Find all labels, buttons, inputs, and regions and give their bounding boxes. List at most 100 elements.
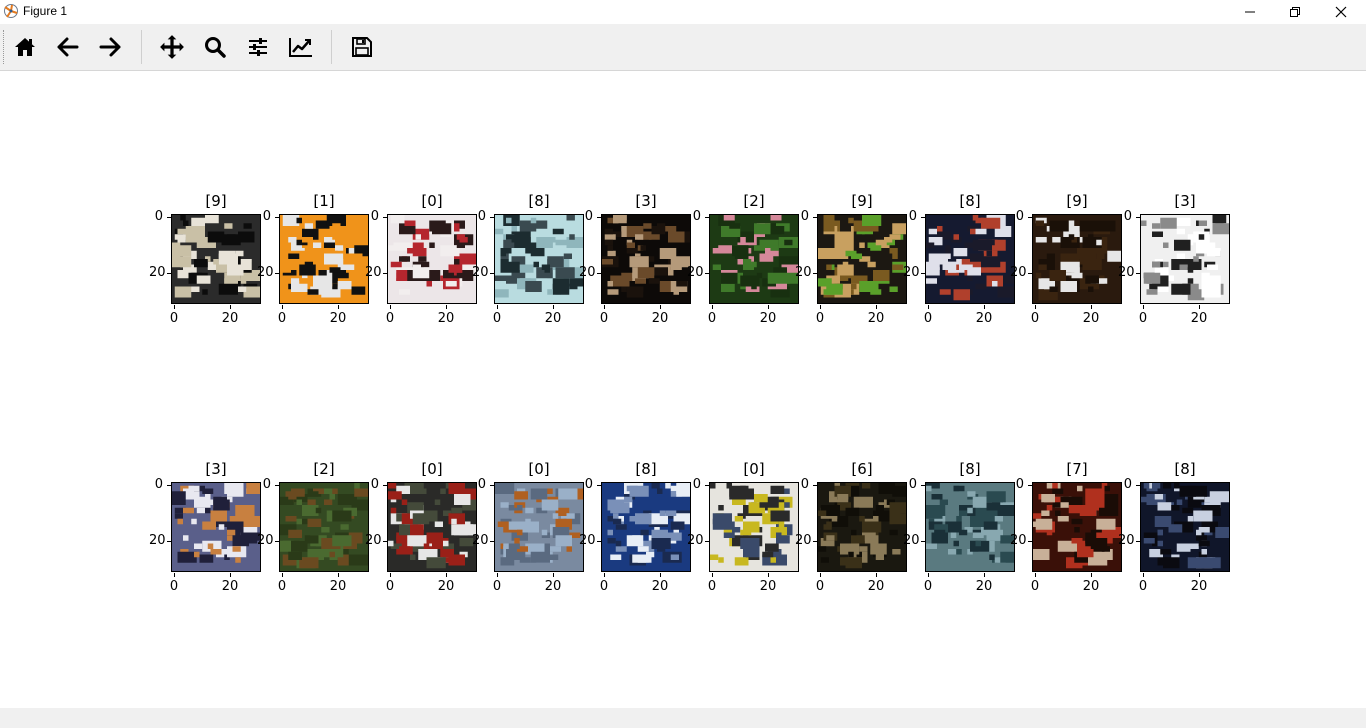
back-button[interactable] (53, 32, 83, 62)
y-tick-label: 0 (692, 209, 701, 224)
x-tick-label: 0 (169, 311, 179, 326)
subplot: [0] 0 20 0 20 (472, 460, 584, 594)
close-button[interactable] (1318, 0, 1364, 24)
y-tick-label: 0 (154, 209, 163, 224)
x-tick-mark (174, 305, 175, 309)
x-tick-label: 20 (975, 579, 993, 594)
image-thumbnail (495, 215, 583, 303)
x-tick-mark (1143, 305, 1144, 309)
x-tick-label: 20 (329, 311, 347, 326)
x-tick-label: 20 (975, 311, 993, 326)
x-tick-mark (1143, 573, 1144, 577)
x-tick-label: 20 (1190, 579, 1208, 594)
x-tick-label: 20 (1082, 311, 1100, 326)
x-tick-mark (604, 305, 605, 309)
figure-canvas[interactable]: [9] 0 20 0 20 [1] 0 20 0 20 [0] 0 20 0 20 [8] 0 20 0 20 [3] 0… (0, 71, 1366, 708)
y-tick-mark (597, 541, 601, 542)
minimize-icon (1245, 11, 1255, 13)
x-tick-label: 20 (221, 311, 239, 326)
forward-button[interactable] (95, 32, 125, 62)
image-axes (279, 482, 369, 572)
y-tick-mark (383, 485, 387, 486)
x-tick-mark (282, 573, 283, 577)
y-tick-mark (921, 273, 925, 274)
restore-button[interactable] (1272, 0, 1318, 24)
y-tick-mark (1028, 217, 1032, 218)
y-tick-label: 0 (477, 209, 486, 224)
y-tick-label: 20 (149, 533, 166, 548)
image-thumbnail (388, 215, 476, 303)
y-tick-label: 0 (584, 477, 593, 492)
image-axes (1032, 214, 1122, 304)
subplot-title: [0] (421, 460, 443, 478)
image-thumbnail (1033, 483, 1121, 571)
y-tick-mark (921, 485, 925, 486)
image-thumbnail (495, 483, 583, 571)
x-tick-mark (876, 305, 877, 309)
x-tick-label: 0 (492, 579, 502, 594)
y-tick-mark (167, 217, 171, 218)
home-button[interactable] (10, 32, 40, 62)
x-tick-mark (497, 305, 498, 309)
y-tick-label: 0 (477, 477, 486, 492)
x-tick-label: 20 (437, 311, 455, 326)
x-tick-mark (820, 573, 821, 577)
y-tick-label: 20 (903, 265, 920, 280)
minimize-button[interactable] (1227, 0, 1273, 24)
close-icon (1335, 6, 1347, 18)
restore-icon (1290, 7, 1300, 17)
subplot-title: [3] (1174, 192, 1196, 210)
configure-subplots-button[interactable] (243, 32, 273, 62)
y-tick-mark (383, 273, 387, 274)
subplot-title: [8] (959, 460, 981, 478)
subplot-title: [7] (1066, 460, 1088, 478)
y-tick-label: 20 (257, 533, 274, 548)
subplot-title: [6] (851, 460, 873, 478)
y-tick-label: 0 (908, 477, 917, 492)
subplot-title: [3] (635, 192, 657, 210)
y-tick-label: 20 (365, 533, 382, 548)
x-tick-label: 20 (1082, 579, 1100, 594)
x-tick-mark (553, 573, 554, 577)
image-axes (494, 482, 584, 572)
pan-button[interactable] (157, 32, 187, 62)
x-tick-mark (928, 573, 929, 577)
image-axes (387, 214, 477, 304)
x-tick-mark (230, 305, 231, 309)
y-tick-label: 20 (687, 265, 704, 280)
x-tick-mark (820, 305, 821, 309)
edit-axis-button[interactable] (286, 32, 316, 62)
image-axes (601, 214, 691, 304)
subplot: [0] 0 20 0 20 (687, 460, 799, 594)
x-tick-mark (712, 573, 713, 577)
save-button[interactable] (347, 32, 377, 62)
y-tick-label: 20 (365, 265, 382, 280)
x-tick-mark (282, 305, 283, 309)
subplot-title: [9] (851, 192, 873, 210)
x-tick-label: 20 (759, 311, 777, 326)
x-tick-label: 0 (923, 311, 933, 326)
image-thumbnail (1033, 215, 1121, 303)
subplot: [3] 0 20 0 20 (579, 192, 691, 326)
x-tick-label: 20 (544, 579, 562, 594)
x-tick-mark (1035, 573, 1036, 577)
image-thumbnail (1141, 215, 1229, 303)
y-tick-mark (813, 541, 817, 542)
subplot: [0] 0 20 0 20 (365, 460, 477, 594)
x-tick-label: 20 (544, 311, 562, 326)
zoom-button[interactable] (200, 32, 230, 62)
x-tick-mark (1091, 305, 1092, 309)
x-tick-label: 20 (651, 311, 669, 326)
toolbar-grip[interactable] (3, 30, 6, 64)
image-axes (925, 482, 1015, 572)
y-tick-mark (1028, 273, 1032, 274)
y-tick-label: 0 (154, 477, 163, 492)
y-tick-label: 0 (800, 209, 809, 224)
image-thumbnail (280, 215, 368, 303)
x-tick-mark (660, 573, 661, 577)
x-tick-label: 0 (385, 579, 395, 594)
x-tick-label: 0 (492, 311, 502, 326)
x-tick-mark (1035, 305, 1036, 309)
y-tick-mark (490, 273, 494, 274)
image-axes (817, 214, 907, 304)
